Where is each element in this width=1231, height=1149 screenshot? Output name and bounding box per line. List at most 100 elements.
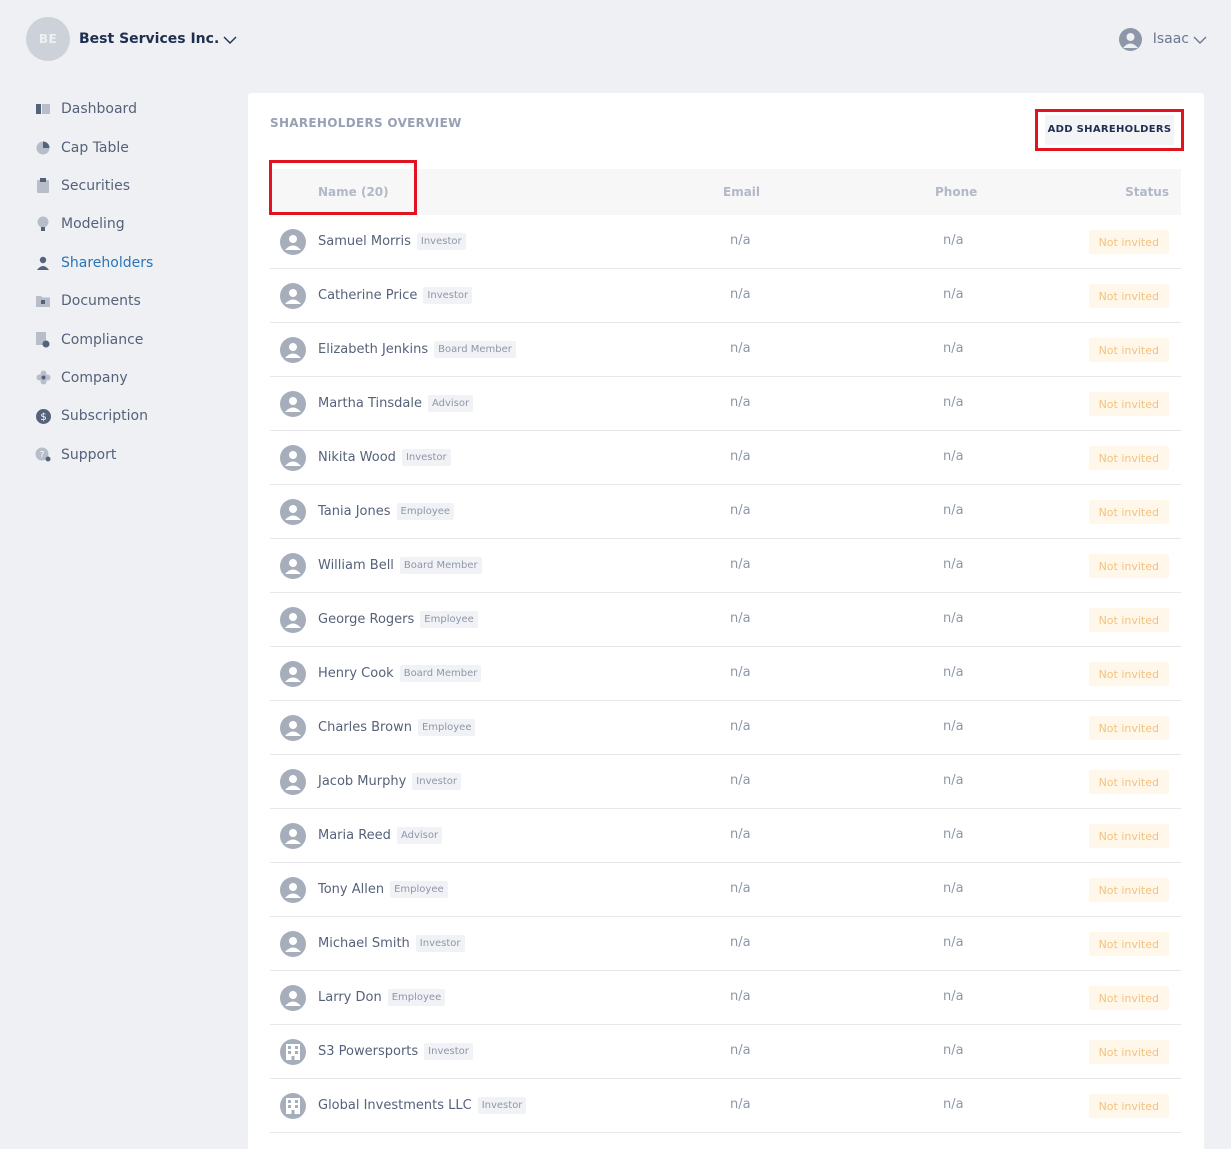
table-row[interactable]: Martha Tinsdale Advisor n/a n/a Not invited	[270, 377, 1181, 431]
shareholder-name[interactable]: Global Investments LLC	[318, 1098, 472, 1113]
shareholder-name[interactable]: Henry Cook	[318, 666, 394, 681]
clipboard-icon	[35, 178, 51, 194]
shareholder-name[interactable]: George Rogers	[318, 612, 414, 627]
table-row[interactable]: Global Investments LLC Investor n/a n/a Not …	[270, 1079, 1181, 1133]
shareholder-name[interactable]: Maria Reed	[318, 828, 391, 843]
email-cell: n/a	[730, 665, 751, 680]
email-cell: n/a	[730, 557, 751, 572]
help-icon: ?	[35, 447, 51, 463]
shareholder-name[interactable]: Jacob Murphy	[318, 774, 406, 789]
table-row[interactable]: Jacob Murphy Investor n/a n/a Not invited	[270, 755, 1181, 809]
person-avatar-icon	[280, 391, 306, 417]
shareholder-name-cell: Nikita Wood Investor	[318, 449, 451, 466]
shareholder-name[interactable]: Charles Brown	[318, 720, 412, 735]
phone-cell: n/a	[943, 1097, 964, 1112]
sidebar-item-dashboard[interactable]: Dashboard	[35, 90, 235, 128]
role-badge: Advisor	[396, 827, 443, 844]
phone-cell: n/a	[943, 449, 964, 464]
table-row[interactable]: Larry Don Employee n/a n/a Not invited	[270, 971, 1181, 1025]
sidebar-item-modeling[interactable]: Modeling	[35, 205, 235, 243]
shareholder-name-cell: Samuel Morris Investor	[318, 233, 466, 250]
user-name: Isaac	[1152, 31, 1189, 47]
column-name[interactable]: Name (20)	[318, 185, 389, 199]
status-badge: Not invited	[1088, 446, 1169, 470]
table-row[interactable]: George Rogers Employee n/a n/a Not invited	[270, 593, 1181, 647]
email-cell: n/a	[730, 827, 751, 842]
email-cell: n/a	[730, 1097, 751, 1112]
document-check-icon	[35, 331, 51, 348]
person-avatar-icon	[280, 445, 306, 471]
status-badge: Not invited	[1088, 392, 1169, 416]
shareholder-name-cell: Catherine Price Investor	[318, 287, 473, 304]
phone-cell: n/a	[943, 395, 964, 410]
sidebar-item-documents[interactable]: Documents	[35, 282, 235, 320]
table-row[interactable]: Maria Reed Advisor n/a n/a Not invited	[270, 809, 1181, 863]
sidebar-item-shareholders[interactable]: Shareholders	[35, 244, 235, 282]
status-badge: Not invited	[1088, 1094, 1169, 1118]
svg-text:?: ?	[40, 451, 45, 461]
building-icon	[280, 1039, 306, 1065]
table-row[interactable]: Elizabeth Jenkins Board Member n/a n/a Not i…	[270, 323, 1181, 377]
status-badge: Not invited	[1088, 338, 1169, 362]
table-row[interactable]: Michael Smith Investor n/a n/a Not invited	[270, 917, 1181, 971]
shareholder-name[interactable]: Tania Jones	[318, 504, 391, 519]
phone-cell: n/a	[943, 827, 964, 842]
email-cell: n/a	[730, 611, 751, 626]
table-row[interactable]: Henry Cook Board Member n/a n/a Not invited	[270, 647, 1181, 701]
phone-cell: n/a	[943, 665, 964, 680]
table-row[interactable]: Charles Brown Employee n/a n/a Not invited	[270, 701, 1181, 755]
shareholder-name[interactable]: William Bell	[318, 558, 394, 573]
column-phone[interactable]: Phone	[935, 185, 977, 199]
shareholder-name[interactable]: Michael Smith	[318, 936, 410, 951]
shareholder-name-cell: Jacob Murphy Investor	[318, 773, 461, 790]
status-badge: Not invited	[1088, 608, 1169, 632]
shareholder-name[interactable]: Tony Allen	[318, 882, 384, 897]
role-badge: Employee	[396, 503, 455, 520]
shareholder-name-cell: Michael Smith Investor	[318, 935, 465, 952]
shareholder-name[interactable]: Samuel Morris	[318, 234, 411, 249]
shareholder-name-cell: Elizabeth Jenkins Board Member	[318, 341, 516, 358]
sidebar-nav: Dashboard Cap Table Securities Modeling …	[35, 90, 235, 474]
table-row[interactable]: S3 Powersports Investor n/a n/a Not invited	[270, 1025, 1181, 1079]
email-cell: n/a	[730, 449, 751, 464]
table-row[interactable]: Tony Allen Employee n/a n/a Not invited	[270, 863, 1181, 917]
role-badge: Employee	[420, 611, 478, 628]
sidebar-item-company[interactable]: Company	[35, 359, 235, 397]
add-shareholders-button[interactable]: ADD SHAREHOLDERS	[1035, 109, 1184, 151]
table-row[interactable]: Nikita Wood Investor n/a n/a Not invited	[270, 431, 1181, 485]
shareholder-name[interactable]: Martha Tinsdale	[318, 396, 422, 411]
shareholder-name[interactable]: Nikita Wood	[318, 450, 396, 465]
person-icon	[35, 255, 51, 271]
column-status[interactable]: Status	[1125, 185, 1169, 199]
sidebar-item-compliance[interactable]: Compliance	[35, 320, 235, 358]
table-body: Samuel Morris Investor n/a n/a Not invited Ca…	[270, 215, 1181, 1133]
dashboard-icon	[35, 101, 51, 117]
phone-cell: n/a	[943, 233, 964, 248]
person-avatar-icon	[280, 661, 306, 687]
user-menu[interactable]: Isaac	[1118, 27, 1207, 51]
status-badge: Not invited	[1088, 770, 1169, 794]
table-row[interactable]: William Bell Board Member n/a n/a Not invite…	[270, 539, 1181, 593]
person-avatar-icon	[280, 769, 306, 795]
phone-cell: n/a	[943, 287, 964, 302]
table-row[interactable]: Samuel Morris Investor n/a n/a Not invited	[270, 215, 1181, 269]
status-badge: Not invited	[1088, 500, 1169, 524]
sidebar-item-securities[interactable]: Securities	[35, 167, 235, 205]
column-email[interactable]: Email	[723, 185, 760, 199]
table-row[interactable]: Catherine Price Investor n/a n/a Not invited	[270, 269, 1181, 323]
person-avatar-icon	[280, 715, 306, 741]
sidebar-item-cap-table[interactable]: Cap Table	[35, 128, 235, 166]
sidebar-item-subscription[interactable]: $ Subscription	[35, 397, 235, 435]
table-row[interactable]: Tania Jones Employee n/a n/a Not invited	[270, 485, 1181, 539]
lightbulb-icon	[35, 216, 51, 232]
sidebar-item-support[interactable]: ? Support	[35, 436, 235, 474]
phone-cell: n/a	[943, 341, 964, 356]
org-switcher[interactable]: BE Best Services Inc.	[26, 17, 237, 61]
status-badge: Not invited	[1088, 878, 1169, 902]
role-badge: Investor	[477, 1097, 527, 1114]
shareholder-name[interactable]: S3 Powersports	[318, 1044, 418, 1059]
status-badge: Not invited	[1088, 824, 1169, 848]
shareholder-name[interactable]: Elizabeth Jenkins	[318, 342, 428, 357]
shareholder-name[interactable]: Catherine Price	[318, 288, 417, 303]
shareholder-name[interactable]: Larry Don	[318, 990, 382, 1005]
